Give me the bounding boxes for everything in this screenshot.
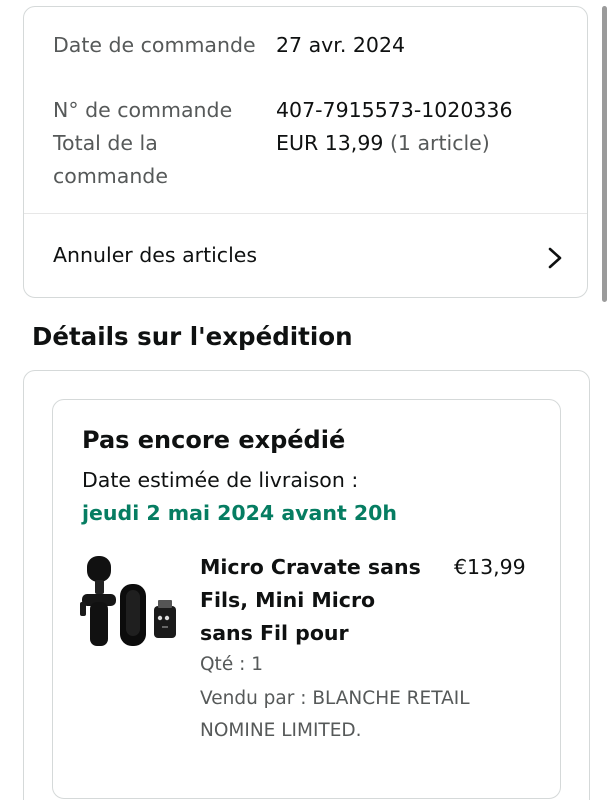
chevron-right-icon xyxy=(548,247,562,269)
order-details-page: Date de commande 27 avr. 2024 N° de comm… xyxy=(0,0,613,800)
order-number-label: N° de commande xyxy=(53,98,233,122)
order-date-value: 27 avr. 2024 xyxy=(276,33,406,57)
order-total-label: Total de la commande xyxy=(53,131,168,188)
scrollbar[interactable] xyxy=(602,6,607,302)
product-image[interactable] xyxy=(78,552,180,652)
shipping-details-title: Détails sur l'expédition xyxy=(32,322,353,351)
order-number-value: 407-7915573-1020336 xyxy=(276,98,513,122)
item-quantity: Qté : 1 xyxy=(200,654,263,675)
order-total-items: (1 article) xyxy=(389,131,490,155)
order-total-amount: EUR 13,99 xyxy=(276,131,384,155)
cancel-items-label: Annuler des articles xyxy=(53,243,258,267)
item-seller: Vendu par : BLANCHE RETAIL NOMINE LIMITE… xyxy=(200,688,470,741)
shipment-status: Pas encore expédié xyxy=(82,426,346,454)
item-price: €13,99 xyxy=(454,555,526,579)
cancel-items-button[interactable]: Annuler des articles xyxy=(24,214,587,297)
product-title-link[interactable]: Micro Cravate sans Fils, Mini Micro sans… xyxy=(200,551,430,650)
order-date-label: Date de commande xyxy=(53,33,256,57)
delivery-estimate-label: Date estimée de livraison : xyxy=(82,468,359,492)
delivery-estimate-date: jeudi 2 mai 2024 avant 20h xyxy=(82,501,397,525)
order-summary-card: Date de commande 27 avr. 2024 N° de comm… xyxy=(23,6,588,298)
order-total-value: EUR 13,99 (1 article) xyxy=(276,127,490,160)
